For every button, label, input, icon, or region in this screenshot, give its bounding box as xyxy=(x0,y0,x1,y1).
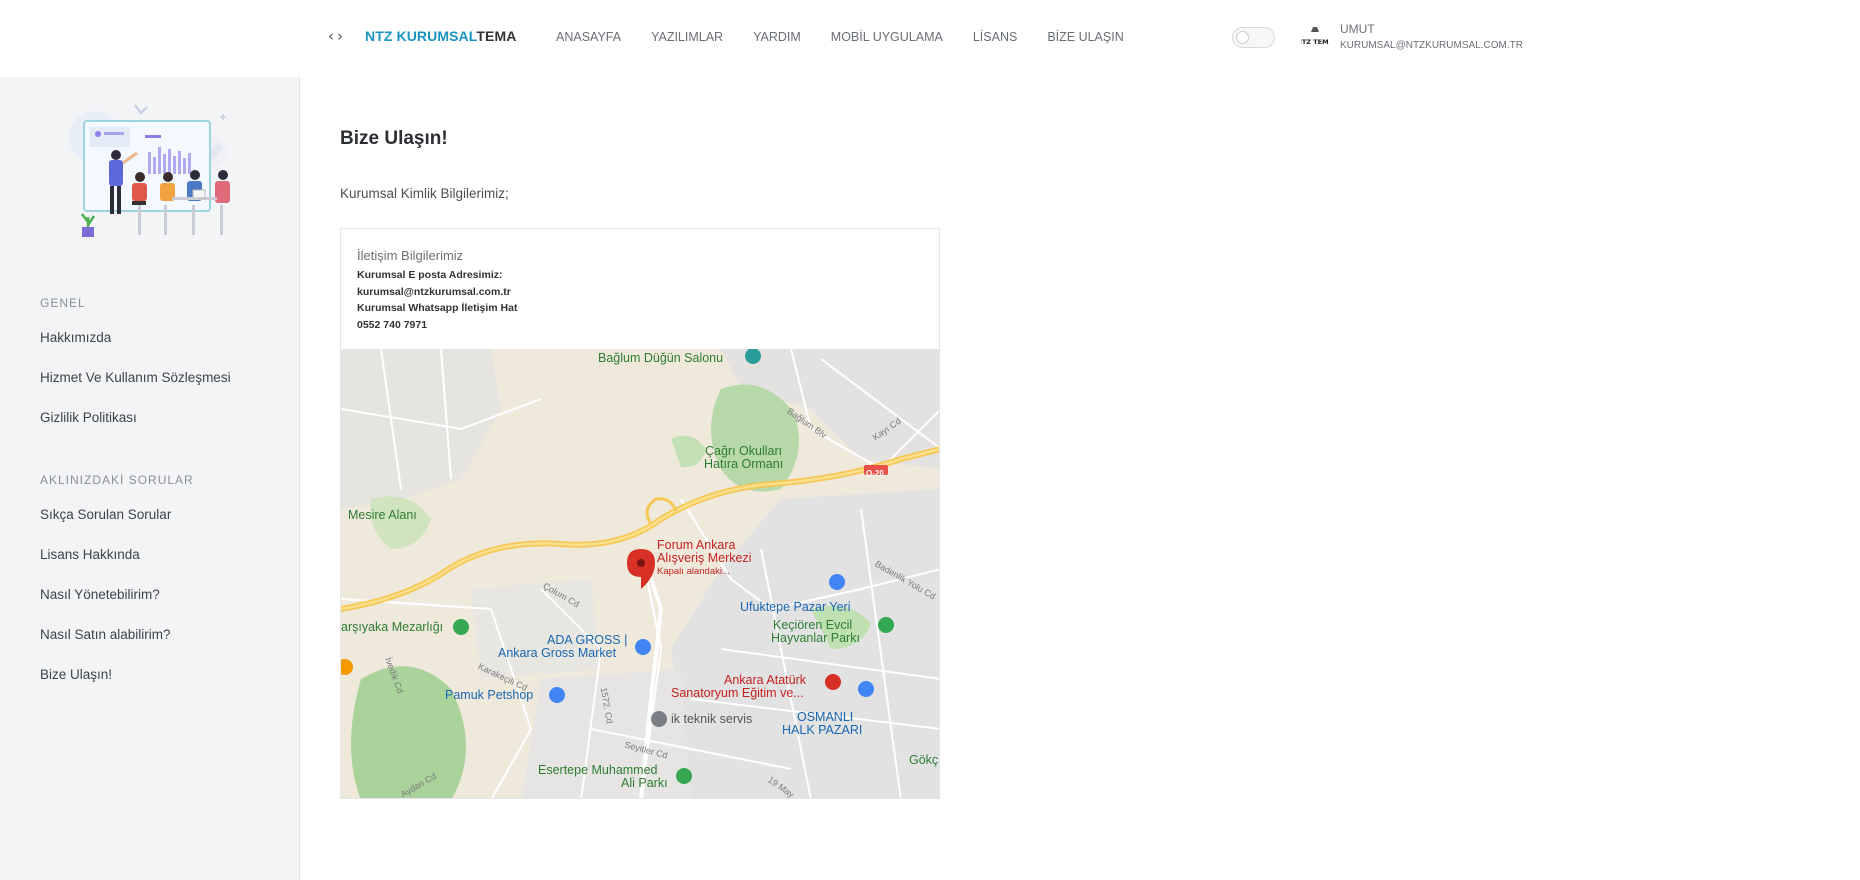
map-label-baglum-dugun: Bağlum Düğün Salonu xyxy=(598,351,724,365)
brand-primary: NTZ KURUMSAL xyxy=(365,28,477,44)
main-menu: ANASAYFA YAZILIMLAR YARDIM MOBİL UYGULAM… xyxy=(556,30,1154,44)
toggle-knob xyxy=(1236,31,1249,44)
page-title: Bize Ulaşın! xyxy=(340,128,448,149)
user-name[interactable]: UMUT xyxy=(1340,22,1375,36)
chevron-left-icon[interactable]: ‹ xyxy=(328,27,334,45)
contact-card-title: İletişim Bilgilerimiz xyxy=(357,248,464,263)
menu-item-yardim[interactable]: YARDIM xyxy=(753,30,801,44)
menu-item-yazilimlar[interactable]: YAZILIMLAR xyxy=(651,30,723,44)
brand-secondary: TEMA xyxy=(476,28,517,44)
map-label-ufuktepe: Ufuktepe Pazar Yeri xyxy=(740,600,851,614)
sidebar-item-bize-ulasin[interactable]: Bize Ulaşın! xyxy=(40,667,112,682)
map-label-osmanli-2: HALK PAZARI xyxy=(782,723,863,737)
embedded-map[interactable]: Bağlum Düğün Salonu Çağrı Okulları Hatır… xyxy=(341,349,939,798)
chevron-right-icon[interactable]: › xyxy=(337,27,343,45)
map-label-forum-2: Alışveriş Merkezi xyxy=(657,551,752,565)
avatar-text: NTZ TEMA xyxy=(1301,38,1329,46)
sidebar-item-yonetim[interactable]: Nasıl Yönetebilirim? xyxy=(40,587,160,602)
sidebar-section-sorular: AKLINIZDAKİ SORULAR xyxy=(40,473,194,487)
map-label-gokc: Gökç xyxy=(909,753,939,767)
menu-item-anasayfa[interactable]: ANASAYFA xyxy=(556,30,621,44)
map-road-shield: O-20 xyxy=(866,469,884,478)
sidebar-section-genel: GENEL xyxy=(40,296,86,310)
sidebar-item-hakkimizda[interactable]: Hakkımızda xyxy=(40,330,111,345)
contact-info: İletişim Bilgilerimiz Kurumsal E posta A… xyxy=(357,248,517,333)
intro-text: Kurumsal Kimlik Bilgilerimiz; xyxy=(340,186,509,201)
menu-item-bize-ulasin[interactable]: BİZE ULAŞIN xyxy=(1047,30,1123,44)
collapse-sidebar-toggle[interactable]: ‹ › xyxy=(328,27,350,45)
contact-card: İletişim Bilgilerimiz Kurumsal E posta A… xyxy=(340,228,940,799)
menu-item-lisans[interactable]: LİSANS xyxy=(973,30,1017,44)
map-label-esertepe-2: Ali Parkı xyxy=(621,776,668,790)
team-presentation-illustration xyxy=(69,104,230,237)
map-label-hatira-ormani: Hatıra Ormanı xyxy=(704,457,784,471)
map-label-karsiyaka: arşıyaka Mezarlığı xyxy=(341,620,444,634)
map-label-forum-3: Kapalı alandaki... xyxy=(657,566,730,577)
menu-item-mobil-uygulama[interactable]: MOBİL UYGULAMA xyxy=(831,30,943,44)
theme-toggle[interactable] xyxy=(1232,27,1275,48)
sidebar-item-gizlilik[interactable]: Gizlilik Politikası xyxy=(40,410,137,425)
top-bar: ‹ › NTZ KURUMSALTEMA ANASAYFA YAZILIMLAR … xyxy=(0,0,1860,77)
email-label: Kurumsal E posta Adresimiz: xyxy=(357,269,503,281)
map-label-ada-gross-2: Ankara Gross Market xyxy=(498,646,617,660)
map-label-ataturk-2: Sanatoryum Eğitim ve... xyxy=(671,686,804,700)
sidebar-item-satin-alma[interactable]: Nasıl Satın alabilirim? xyxy=(40,627,171,642)
map-label-mesire: Mesire Alanı xyxy=(348,508,417,522)
map-label-ik-teknik: ik teknik servis xyxy=(671,712,753,726)
sidebar-item-lisans[interactable]: Lisans Hakkında xyxy=(40,547,140,562)
sidebar-item-sss[interactable]: Sıkça Sorulan Sorular xyxy=(40,507,171,522)
brand-logo[interactable]: NTZ KURUMSALTEMA xyxy=(365,28,516,44)
phone-value[interactable]: 0552 740 7971 xyxy=(357,317,517,334)
email-value[interactable]: kurumsal@ntzkurumsal.com.tr xyxy=(357,284,517,301)
user-avatar[interactable]: NTZ TEMA xyxy=(1301,24,1329,50)
map-label-kecioren-2: Hayvanlar Parkı xyxy=(771,631,860,645)
user-email: KURUMSAL@NTZKURUMSAL.COM.TR xyxy=(1340,40,1523,51)
sidebar-item-hizmet-sozlesmesi[interactable]: Hizmet Ve Kullanım Sözleşmesi xyxy=(40,370,231,385)
whatsapp-label: Kurumsal Whatsapp İletişim Hat xyxy=(357,302,518,314)
sidebar: GENEL Hakkımızda Hizmet Ve Kullanım Sözl… xyxy=(0,77,300,880)
